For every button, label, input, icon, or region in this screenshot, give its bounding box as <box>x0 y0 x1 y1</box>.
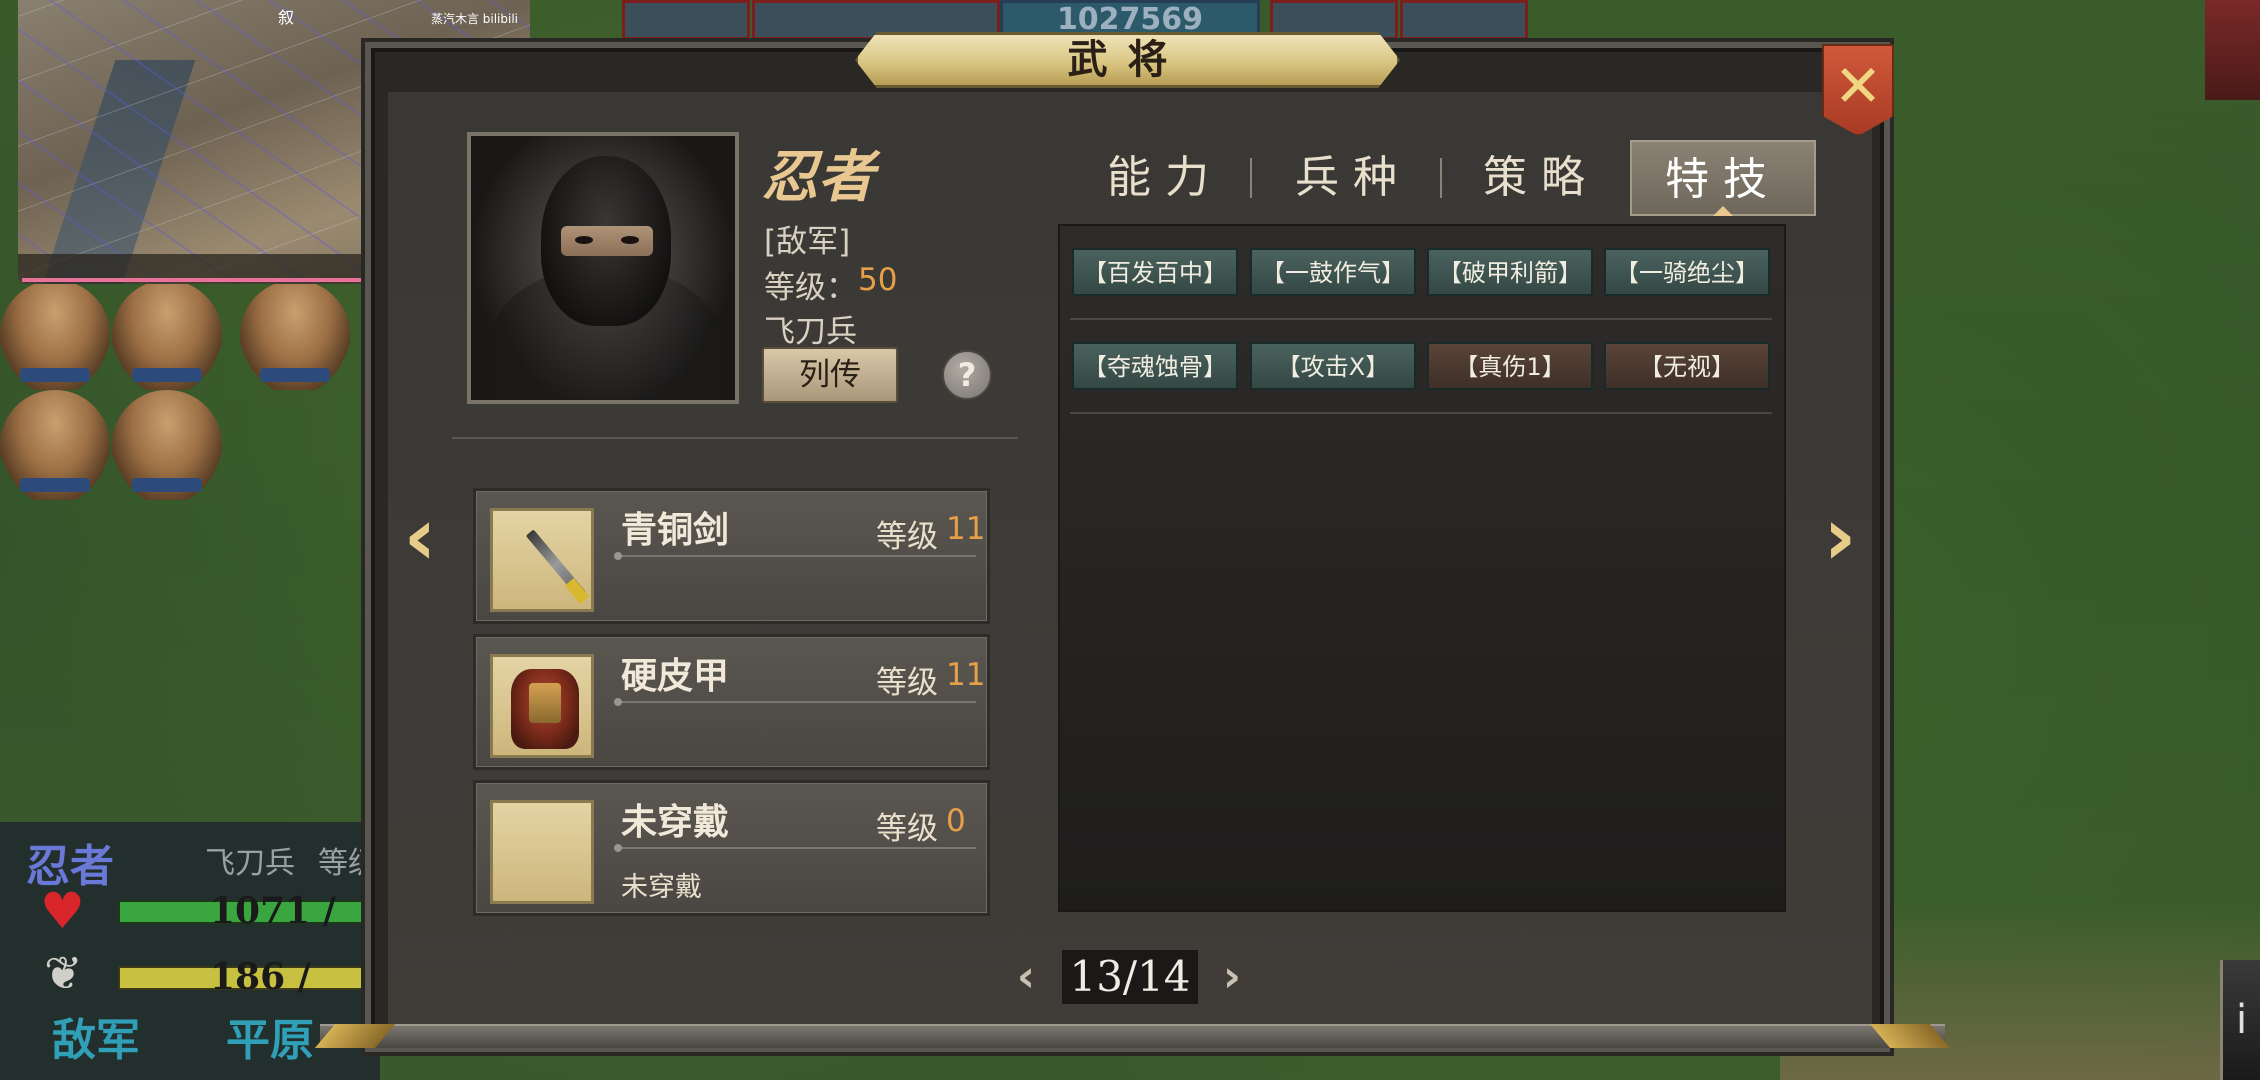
equipment-name: 未穿戴 <box>621 802 730 843</box>
info-icon[interactable]: i <box>2220 960 2260 1080</box>
tab-separator <box>1440 158 1442 198</box>
skill-badge[interactable]: 【真伤1】 <box>1427 342 1593 390</box>
equipment-desc: 未穿戴 <box>621 872 702 903</box>
close-icon: ✕ <box>1833 52 1883 120</box>
dialog-bottom-bar <box>320 1024 1945 1048</box>
equipment-slot-weapon[interactable]: 青铜剑 等级 11 <box>473 488 990 624</box>
empty-slot-icon <box>490 800 594 904</box>
tab-strategy[interactable]: 策略 <box>1466 140 1616 216</box>
active-tab-indicator <box>1713 206 1733 216</box>
equipment-level-value: 11 <box>946 511 986 547</box>
ninja-eyes <box>561 226 653 256</box>
equipment-divider <box>614 552 976 560</box>
hero-level-label: 等级： <box>764 270 857 306</box>
hero-troop-type: 飞刀兵 <box>764 314 857 350</box>
top-unit-slot[interactable] <box>1400 0 1528 40</box>
equipment-level-value: 11 <box>946 657 986 693</box>
hero-level-value: 50 <box>858 262 898 298</box>
equipment-level-label: 等级 <box>876 811 938 847</box>
tab-skills[interactable]: 特技 <box>1630 140 1816 216</box>
armor-shape <box>511 669 579 749</box>
skill-badge[interactable]: 【无视】 <box>1604 342 1770 390</box>
equipment-level-value: 0 <box>946 803 966 839</box>
tab-ability[interactable]: 能力 <box>1090 140 1240 216</box>
skill-row: 【百发百中】 【一鼓作气】 【破甲利箭】 【一骑绝尘】 <box>1072 248 1772 298</box>
skill-badge[interactable]: 【百发百中】 <box>1072 248 1238 296</box>
skill-badge[interactable]: 【攻击X】 <box>1250 342 1416 390</box>
unit-troop: 飞刀兵 <box>205 846 295 881</box>
equipment-slot-accessory[interactable]: 未穿戴 等级 0 未穿戴 <box>473 780 990 916</box>
leather-armor-icon <box>490 654 594 758</box>
hero-faction: [敌军] <box>764 224 851 260</box>
help-button[interactable]: ? <box>942 350 992 400</box>
heart-icon: ♥ <box>40 882 85 940</box>
skill-row-divider <box>1070 412 1772 414</box>
minimap-compass: 叙 <box>278 8 295 27</box>
tent-icon <box>0 280 110 390</box>
skill-badge[interactable]: 【一骑绝尘】 <box>1604 248 1770 296</box>
biography-button[interactable]: 列传 <box>762 347 898 403</box>
page-indicator: 13/14 <box>1062 950 1198 1004</box>
tent-icon <box>240 280 350 390</box>
divider <box>452 437 1018 439</box>
equipment-level-label: 等级 <box>876 665 938 701</box>
dialog-title: 武将 <box>1067 36 1188 83</box>
skill-badge[interactable]: 【一鼓作气】 <box>1250 248 1416 296</box>
skill-badge[interactable]: 【破甲利箭】 <box>1427 248 1593 296</box>
skill-row-divider <box>1070 318 1772 320</box>
equipment-divider <box>614 844 976 852</box>
page-next-button[interactable]: › <box>1212 952 1252 1002</box>
top-unit-slot[interactable] <box>622 0 750 40</box>
tent-icon <box>112 280 222 390</box>
hero-name: 忍者 <box>762 144 874 210</box>
next-hero-arrow[interactable]: › <box>1810 492 1870 582</box>
equipment-divider <box>614 698 976 706</box>
hp-value: 1071 / <box>210 890 336 932</box>
unit-side: 敌军 <box>52 1015 140 1066</box>
tent-icon <box>112 390 222 500</box>
tent-icon <box>0 390 110 500</box>
map-building <box>2205 0 2260 100</box>
equipment-level-label: 等级 <box>876 519 938 555</box>
hero-portrait <box>467 132 739 404</box>
tab-separator <box>1250 158 1252 198</box>
equipment-name: 硬皮甲 <box>621 656 730 697</box>
equipment-slot-armor[interactable]: 硬皮甲 等级 11 <box>473 634 990 770</box>
minimap-watermark: 蒸汽木言 bilibili <box>430 12 518 26</box>
bronze-sword-icon <box>490 508 594 612</box>
skill-row: 【夺魂蚀骨】 【攻击X】 【真伤1】 【无视】 <box>1072 342 1772 392</box>
unit-terrain: 平原 <box>226 1015 314 1066</box>
page-prev-button[interactable]: ‹ <box>1006 952 1046 1002</box>
skill-badge[interactable]: 【夺魂蚀骨】 <box>1072 342 1238 390</box>
prev-hero-arrow[interactable]: ‹ <box>390 492 450 582</box>
skills-panel <box>1058 224 1786 912</box>
equipment-name: 青铜剑 <box>621 510 730 551</box>
tab-troop[interactable]: 兵种 <box>1278 140 1428 216</box>
sword-hilt <box>564 577 590 605</box>
mp-value: 186 / <box>210 956 311 998</box>
feather-icon: ❦ <box>44 946 83 1000</box>
